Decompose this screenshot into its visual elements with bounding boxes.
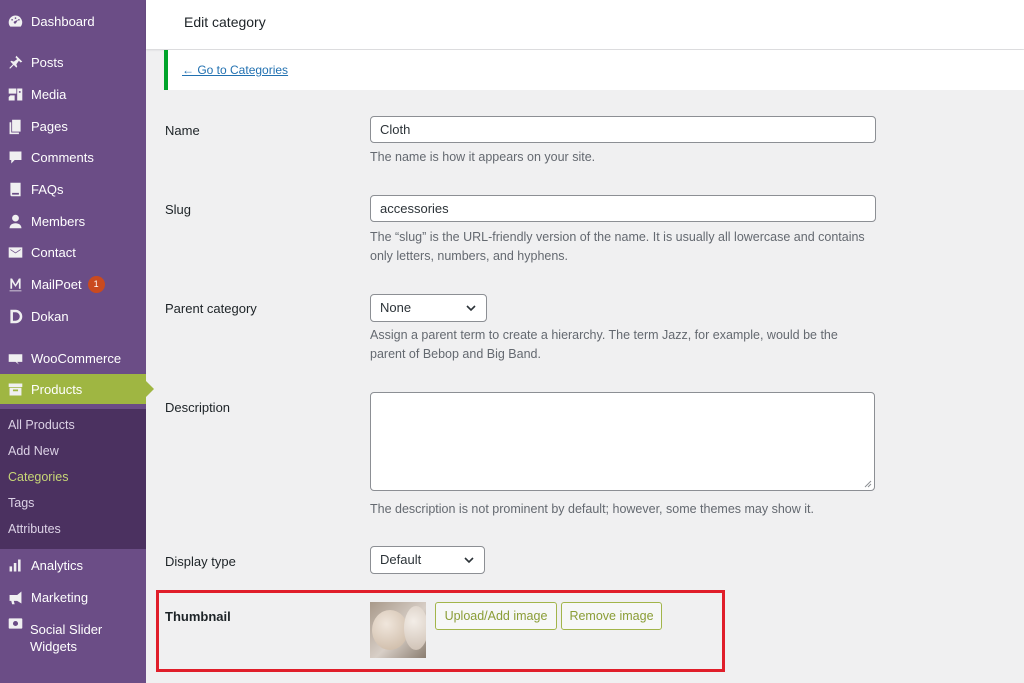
sidebar-item-media[interactable]: Media: [0, 79, 146, 109]
slug-input[interactable]: accessories: [370, 195, 876, 222]
sidebar-item-dashboard[interactable]: Dashboard: [0, 6, 146, 36]
sidebar-item-label: Dashboard: [31, 13, 95, 29]
dokan-icon: [6, 307, 24, 325]
sidebar-item-label: Comments: [31, 149, 94, 165]
display-type-value: Default: [380, 552, 422, 567]
admin-sidebar: Dashboard Posts Media Pages Comments FAQ…: [0, 0, 154, 683]
sidebar-item-label: Analytics: [31, 557, 84, 573]
pages-icon: [6, 117, 24, 135]
name-input[interactable]: Cloth: [370, 116, 876, 143]
sidebar-item-marketing[interactable]: Marketing: [0, 582, 146, 612]
pin-icon: [6, 53, 24, 71]
camera-icon: [6, 614, 24, 632]
chevron-down-icon: [464, 557, 474, 564]
sidebar-item-mailpoet[interactable]: MailPoet 1: [0, 269, 146, 299]
chevron-down-icon: [466, 305, 476, 312]
sidebar-item-analytics[interactable]: Analytics: [0, 550, 146, 580]
dashboard-icon: [6, 12, 24, 30]
parent-category-help: Assign a parent term to create a hierarc…: [370, 328, 838, 361]
sidebar-item-label: Social Slider Widgets: [30, 622, 103, 654]
parent-category-select[interactable]: None: [370, 294, 487, 322]
user-icon: [6, 212, 24, 230]
thumbnail-highlight-box: [156, 590, 725, 672]
name-label: Name: [165, 123, 200, 138]
sidebar-item-label: Media: [31, 86, 67, 102]
page-header: Edit category: [146, 0, 1024, 49]
mail-icon: [6, 243, 24, 261]
sidebar-item-label: Pages: [31, 118, 68, 134]
name-help: The name is how it appears on your site.: [370, 150, 596, 164]
submenu-tags[interactable]: Tags: [8, 496, 34, 510]
sidebar-item-contact[interactable]: Contact: [0, 237, 146, 267]
description-textarea[interactable]: [370, 392, 875, 491]
sidebar-item-comments[interactable]: Comments: [0, 142, 146, 172]
submenu-all-products[interactable]: All Products: [8, 418, 75, 432]
sidebar-item-label: Contact: [31, 244, 76, 260]
sidebar-item-label: Products: [31, 381, 83, 397]
submenu-add-new[interactable]: Add New: [8, 444, 59, 458]
comment-icon: [6, 148, 24, 166]
sidebar-item-label: FAQs: [31, 181, 64, 197]
sidebar-item-members[interactable]: Members: [0, 206, 146, 236]
sidebar-item-dokan[interactable]: Dokan: [0, 301, 146, 331]
products-submenu: All Products Add New Categories Tags Att…: [0, 409, 146, 549]
archive-icon: [6, 380, 24, 398]
sidebar-item-label: MailPoet: [31, 276, 82, 292]
sidebar-item-posts[interactable]: Posts: [0, 47, 146, 77]
slug-label: Slug: [165, 202, 192, 217]
page-title: Edit category: [184, 14, 266, 30]
display-type-label: Display type: [165, 554, 236, 569]
description-help: The description is not prominent by defa…: [370, 502, 814, 516]
sidebar-item-pages[interactable]: Pages: [0, 111, 146, 141]
sidebar-item-woocommerce[interactable]: WooCommerce: [0, 343, 146, 373]
sidebar-item-label: WooCommerce: [31, 350, 122, 366]
display-type-select[interactable]: Default: [370, 546, 485, 574]
woo-icon: [6, 349, 24, 367]
megaphone-icon: [6, 588, 24, 606]
media-icon: [6, 85, 24, 103]
go-to-categories-link[interactable]: ← Go to Categories: [182, 63, 288, 77]
chart-icon: [6, 556, 24, 574]
sidebar-item-label: Dokan: [31, 308, 69, 324]
book-icon: [6, 180, 24, 198]
description-label: Description: [165, 400, 231, 415]
mailpoet-icon: [6, 275, 24, 293]
sidebar-item-faqs[interactable]: FAQs: [0, 174, 146, 204]
resize-handle-icon[interactable]: [864, 480, 872, 488]
submenu-categories[interactable]: Categories: [8, 470, 68, 484]
sidebar-item-label: Members: [31, 213, 86, 229]
slug-help: The “slug” is the URL-friendly version o…: [370, 230, 865, 263]
sidebar-item-products[interactable]: Products: [0, 374, 154, 404]
back-notice: ← Go to Categories: [164, 50, 1024, 90]
sidebar-item-label: Marketing: [31, 589, 89, 605]
notification-badge: 1: [87, 275, 105, 293]
submenu-attributes[interactable]: Attributes: [8, 522, 61, 536]
sidebar-item-label: Posts: [31, 54, 64, 70]
parent-category-value: None: [380, 300, 412, 315]
parent-category-label: Parent category: [165, 301, 257, 316]
